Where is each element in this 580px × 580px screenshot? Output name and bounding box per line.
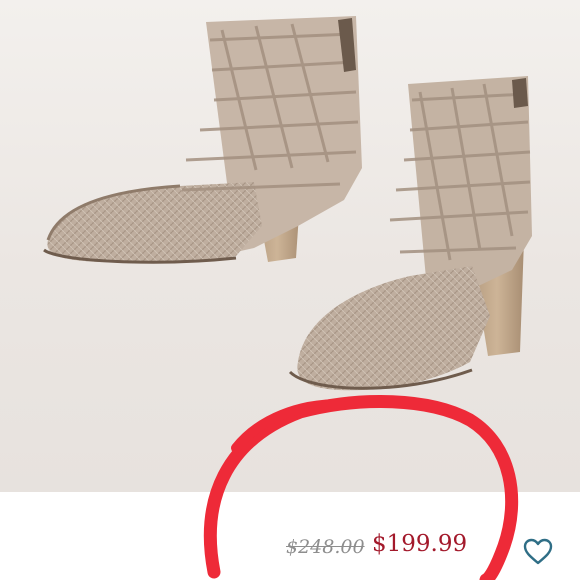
sale-price: $199.99	[372, 531, 468, 557]
product-image	[0, 0, 580, 492]
boots-photo	[43, 16, 532, 391]
wishlist-heart-icon[interactable]	[522, 536, 554, 568]
left-boot	[43, 16, 362, 264]
original-price: $248.00	[286, 536, 365, 558]
